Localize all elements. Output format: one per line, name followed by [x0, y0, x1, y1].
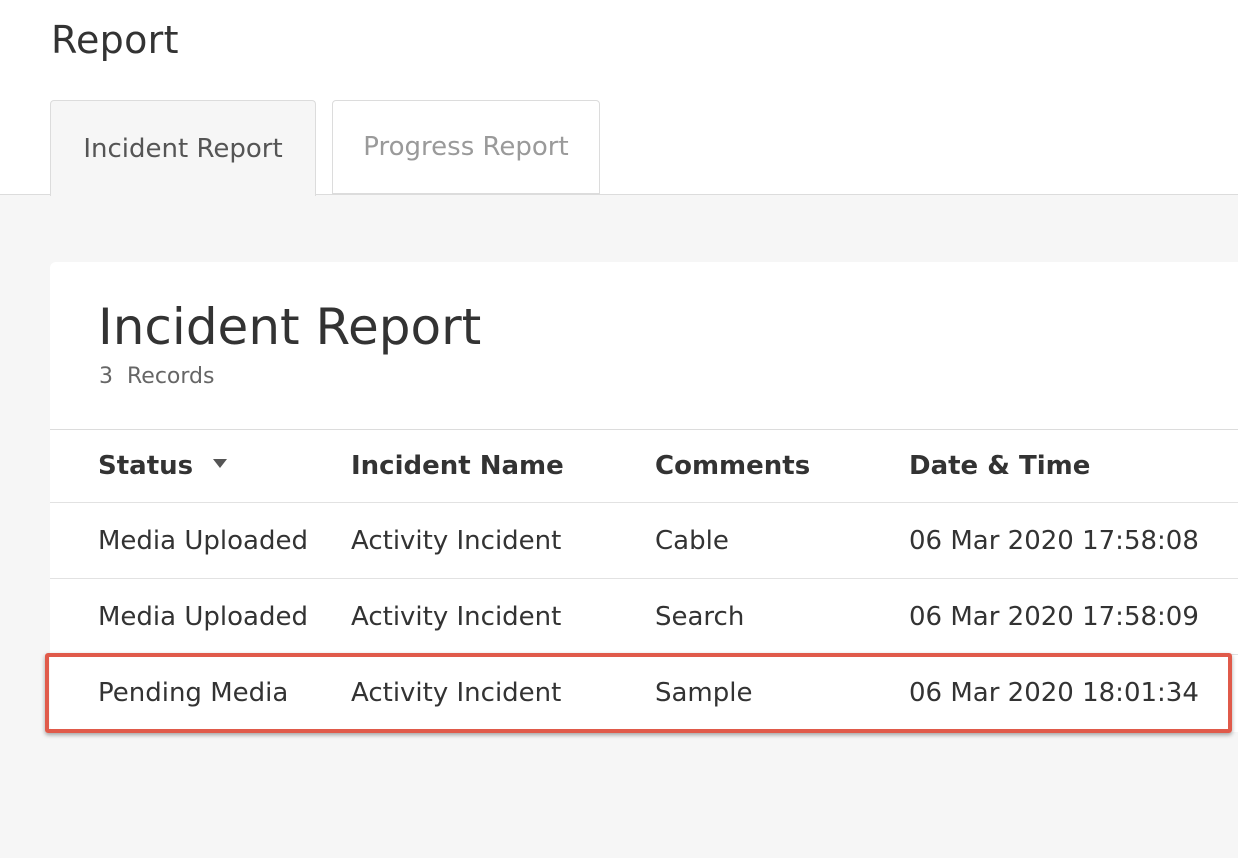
- cell-date-time: 06 Mar 2020 18:01:34: [909, 678, 1199, 708]
- cell-date-time: 06 Mar 2020 17:58:09: [909, 601, 1199, 632]
- header-area: Report Incident Report Progress Report: [0, 0, 1238, 196]
- cell-date-time: 06 Mar 2020 17:58:08: [909, 525, 1199, 556]
- page-title: Report: [51, 18, 179, 62]
- cell-status: Media Uploaded: [98, 525, 308, 556]
- column-header-date-time[interactable]: Date & Time: [909, 451, 1090, 481]
- tab-incident-report[interactable]: Incident Report: [50, 100, 316, 196]
- incident-table: Status Incident Name Comments Date & Tim…: [50, 429, 1238, 731]
- cell-incident-name: Activity Incident: [351, 601, 562, 632]
- cell-incident-name: Activity Incident: [351, 678, 562, 708]
- cell-comments: Cable: [655, 525, 729, 556]
- cell-incident-name: Activity Incident: [351, 525, 562, 556]
- column-header-incident-name[interactable]: Incident Name: [351, 451, 564, 481]
- record-count: 3 Records: [99, 364, 215, 389]
- table-header-row: Status Incident Name Comments Date & Tim…: [50, 430, 1238, 503]
- tab-progress-report[interactable]: Progress Report: [332, 100, 600, 194]
- table-row[interactable]: Pending Media Activity Incident Sample 0…: [50, 655, 1238, 731]
- table-row[interactable]: Media Uploaded Activity Incident Cable 0…: [50, 503, 1238, 579]
- column-header-label: Status: [98, 451, 194, 481]
- card-title: Incident Report: [98, 298, 482, 356]
- cell-status: Pending Media: [98, 678, 289, 708]
- column-header-status[interactable]: Status: [98, 451, 228, 481]
- table-row[interactable]: Media Uploaded Activity Incident Search …: [50, 579, 1238, 655]
- cell-comments: Search: [655, 601, 745, 632]
- caret-down-icon[interactable]: [213, 459, 228, 468]
- column-header-comments[interactable]: Comments: [655, 451, 810, 481]
- cell-status: Media Uploaded: [98, 601, 308, 632]
- cell-comments: Sample: [655, 678, 753, 708]
- incident-report-card: Incident Report 3 Records Status Inciden…: [50, 262, 1238, 732]
